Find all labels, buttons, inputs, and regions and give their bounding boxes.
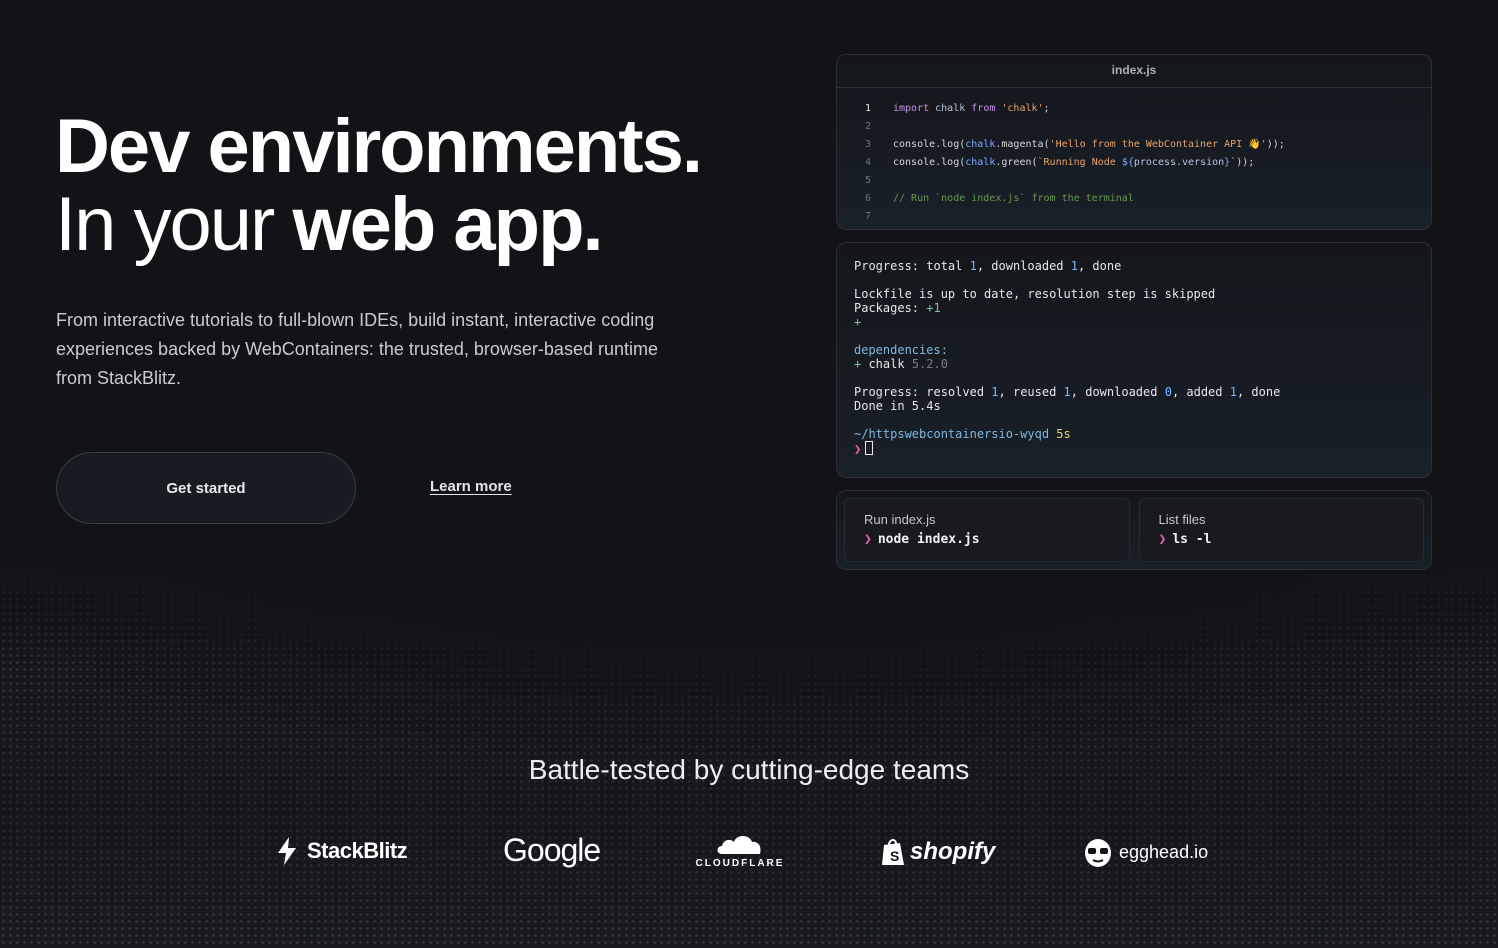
terminal-line: Lockfile is up to date, resolution step … (854, 287, 1216, 301)
terminal-line: Progress: total 1, downloaded 1, done (854, 259, 1122, 273)
code-line: 6// Run `node index.js` from the termina… (837, 190, 1431, 208)
svg-text:S: S (890, 848, 899, 864)
prompt-icon: ❯ (1158, 532, 1167, 547)
line-number: 5 (864, 175, 871, 186)
code-editor[interactable]: index.js 1 import chalk from 'chalk'; 2 3… (836, 54, 1432, 230)
code-line: 2 (837, 118, 1431, 136)
line-number: 6 (864, 193, 871, 204)
terminal-cursor (865, 441, 874, 455)
prompt-icon: ❯ (864, 532, 872, 547)
terminal-prompt-line[interactable]: ❯ (854, 441, 1431, 456)
command-code: node index.js (877, 532, 980, 547)
hero-title-bold: web app. (292, 182, 603, 267)
command-shortcuts: Run index.js ❯ node index.js List files ❯… (836, 490, 1432, 570)
line-number: 4 (864, 157, 871, 168)
shopify-logo: S shopify (880, 834, 995, 870)
terminal-line: + (854, 315, 862, 329)
code-line: 1 import chalk from 'chalk'; (837, 100, 1431, 118)
code-line: 7 (837, 208, 1431, 226)
hero-subtitle: From interactive tutorials to full-blown… (56, 310, 658, 388)
hero-title-light: In your (55, 182, 275, 267)
command-label: Run index.js (864, 512, 936, 527)
line-number: 3 (864, 139, 871, 150)
run-index-command-button[interactable]: Run index.js ❯ node index.js (844, 498, 1130, 562)
command-label: List files (1158, 512, 1206, 527)
prompt-icon: ❯ (854, 442, 862, 456)
line-number: 1 (864, 103, 871, 114)
line-number: 7 (864, 211, 871, 222)
terminal-line: Packages: +1 (854, 301, 941, 315)
teams-heading: Battle-tested by cutting-edge teams (528, 754, 970, 785)
cloud-icon (717, 836, 761, 854)
google-logo: Google (503, 831, 601, 868)
egghead-face-icon (1085, 839, 1111, 867)
code-area[interactable]: 1 import chalk from 'chalk'; 2 3 console.l… (837, 88, 1431, 226)
get-started-button[interactable]: Get started (56, 452, 356, 524)
egghead-logo: egghead.io (1083, 834, 1208, 870)
terminal-line: Done in 5.4s (854, 399, 941, 413)
list-files-command-button[interactable]: List files ❯ ls -l (1138, 498, 1424, 562)
code-line: 5 (837, 172, 1431, 190)
code-line: 3 console.log(chalk .magenta('Hello from t… (837, 136, 1431, 154)
command-code: ls -l (1172, 532, 1212, 547)
hero-title: Dev environments. In your web app. (55, 108, 703, 267)
customer-logos: StackBlitz Google CLOUDFLARE S shopify e… (0, 828, 1498, 878)
terminal-line: Progress: resolved 1, reused 1, download… (854, 385, 1281, 399)
cloudflare-logo: CLOUDFLARE (691, 832, 789, 872)
code-line: 4 console.log(chalk .green(`Running Node $… (837, 154, 1431, 172)
terminal[interactable]: Progress: total 1, downloaded 1, done Lo… (836, 242, 1432, 478)
terminal-line: dependencies: (854, 343, 948, 357)
terminal-line: ~/httpswebcontainersio-wyqd 5s (854, 427, 1071, 441)
line-number: 2 (864, 121, 871, 132)
shopping-bag-icon: S (882, 839, 904, 865)
learn-more-link[interactable]: Learn more (430, 478, 512, 495)
terminal-line: + chalk 5.2.0 (854, 357, 948, 371)
editor-tab-filename[interactable]: index.js (837, 55, 1431, 88)
lightning-icon (278, 837, 296, 865)
stackblitz-logo: StackBlitz (276, 834, 408, 868)
hero-title-line1: Dev environments. (55, 104, 703, 189)
